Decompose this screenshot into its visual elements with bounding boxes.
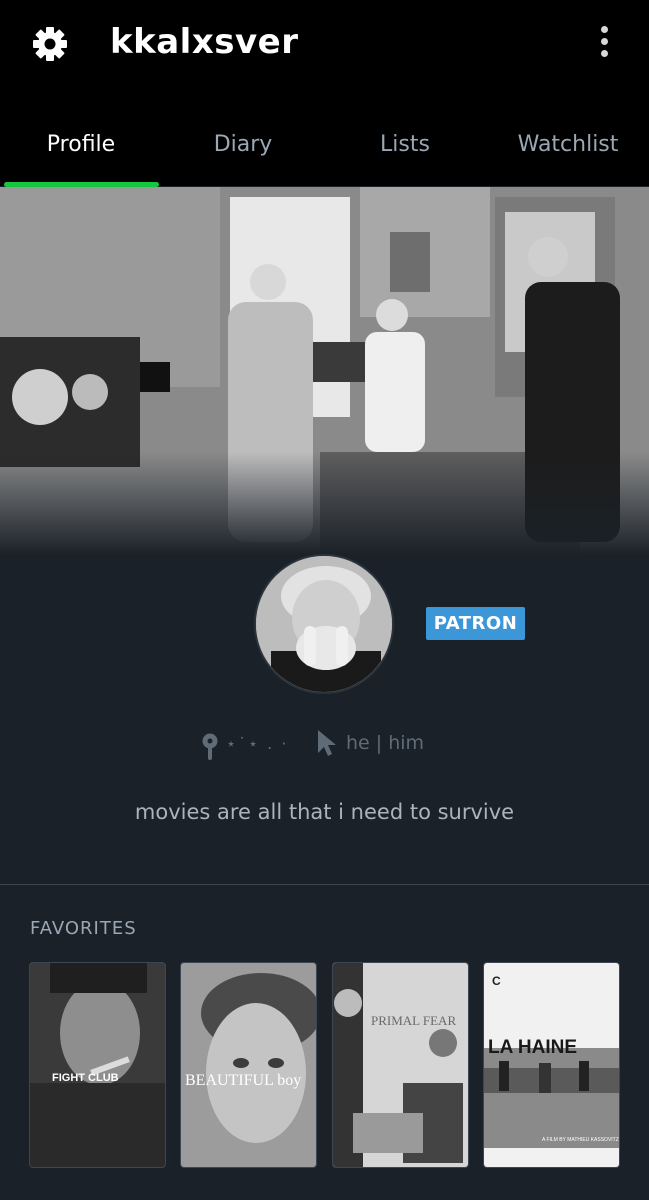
poster-title: FIGHT CLUB bbox=[52, 1072, 119, 1084]
tab-diary[interactable]: Diary bbox=[162, 132, 324, 157]
pronouns-text: he | him bbox=[346, 732, 425, 754]
favorite-poster-beautiful-boy[interactable]: BEAUTIFUL boy bbox=[180, 962, 317, 1168]
location-text: ⋆˙⋆ . · bbox=[226, 734, 289, 753]
profile-tabs: Profile Diary Lists Watchlist bbox=[0, 120, 649, 187]
poster-title: LA HAINE bbox=[488, 1037, 577, 1058]
section-divider bbox=[0, 884, 649, 885]
svg-text:C: C bbox=[492, 974, 501, 988]
profile-meta: ⋆˙⋆ . · he | him bbox=[200, 728, 460, 762]
favorite-poster-primal-fear[interactable]: PRIMAL FEAR bbox=[332, 962, 469, 1168]
location-pin-icon bbox=[200, 732, 220, 762]
poster-title: BEAUTIFUL boy bbox=[185, 1072, 301, 1089]
favorite-poster-fight-club[interactable]: FIGHT CLUB bbox=[29, 962, 166, 1168]
app-header: kkalxsver Profile Diary Lists Watchlist bbox=[0, 0, 649, 187]
username: kkalxsver bbox=[110, 22, 299, 62]
profile-bio: movies are all that i need to survive bbox=[134, 800, 515, 824]
profile-banner bbox=[0, 187, 649, 555]
gear-icon[interactable] bbox=[30, 24, 70, 64]
poster-title: PRIMAL FEAR bbox=[371, 1013, 456, 1028]
tab-watchlist[interactable]: Watchlist bbox=[487, 132, 649, 157]
more-vertical-icon[interactable] bbox=[594, 26, 614, 64]
cursor-arrow-icon bbox=[316, 729, 338, 757]
patron-badge: PATRON bbox=[426, 607, 525, 640]
tab-profile[interactable]: Profile bbox=[0, 132, 162, 157]
favorite-poster-la-haine[interactable]: C LA HAINE A FILM BY MATHIEU KASSOVITZ bbox=[483, 962, 620, 1168]
tab-lists[interactable]: Lists bbox=[324, 132, 486, 157]
favorites-heading: FAVORITES bbox=[30, 918, 137, 939]
profile-avatar[interactable] bbox=[254, 554, 394, 694]
poster-credit: A FILM BY MATHIEU KASSOVITZ bbox=[542, 1137, 619, 1143]
